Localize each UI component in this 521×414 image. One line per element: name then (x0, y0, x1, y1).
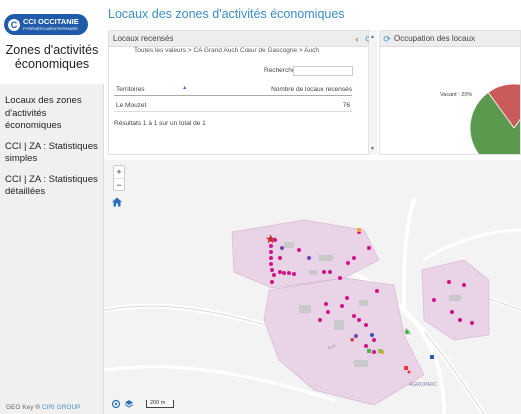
svg-text:★: ★ (349, 336, 355, 344)
zoom-control: + − (113, 165, 125, 191)
panel-scrollbar[interactable]: ▲ ▼ (369, 30, 377, 155)
sidebar-item-stats-simples[interactable]: CCI | ZA : Statistiques simples (5, 141, 101, 166)
sort-asc-icon[interactable]: ▲ (182, 85, 187, 91)
logo-line1: CCI OCCITANIE (23, 17, 79, 27)
occupation-panel-title: Occupation des locaux (394, 34, 475, 43)
footer: GEO Key ® CIRI GROUP (6, 404, 81, 411)
breadcrumb[interactable]: Toutes les valeurs > CA Grand Auch Cœur … (134, 47, 319, 54)
page-title: Locaux des zones d'activités économiques (108, 7, 345, 21)
sidebar-item-stats-detaillees[interactable]: CCI | ZA : Statistiques détaillées (5, 174, 101, 199)
zoom-in-button[interactable]: + (114, 166, 124, 178)
search-input[interactable] (293, 66, 353, 76)
occupation-pie-chart (469, 83, 520, 154)
map-tools (111, 399, 134, 409)
scroll-up-icon[interactable]: ▲ (370, 34, 375, 40)
main-content: Locaux des zones d'activités économiques… (104, 0, 521, 414)
scroll-down-icon[interactable]: ▼ (370, 146, 375, 152)
refresh-icon[interactable]: ⟳ (381, 31, 393, 47)
locate-icon[interactable] (111, 399, 121, 409)
map-canvas[interactable]: Rue Rue AGROPARC (104, 160, 521, 414)
locaux-panel-title: Locaux recensés (113, 34, 174, 43)
pie-label-vacant: Vacant : 20% (440, 92, 473, 98)
sidebar: C CCI OCCITANIE PYRÉNÉES-MÉDITERRANÉE Zo… (0, 0, 104, 414)
home-icon[interactable] (111, 196, 123, 208)
map[interactable]: Rue Rue AGROPARC (104, 160, 521, 414)
column-header-nombre[interactable]: Nombre de locaux recensés (271, 86, 352, 93)
map-zone-label: AGROPARC (409, 382, 438, 388)
locaux-panel-header: Locaux recensés ‹ ⟳ (109, 31, 373, 47)
footer-link[interactable]: CIRI GROUP (42, 404, 81, 411)
table-header: Territoires ▲ Nombre de locaux recensés (114, 84, 352, 96)
map-scale: 200 m (146, 400, 175, 408)
cell-nombre: 76 (342, 102, 350, 109)
sidebar-menu: Locaux des zones d'activités économiques… (5, 95, 101, 207)
column-header-territoires[interactable]: Territoires (116, 86, 145, 93)
occupation-panel-header: ⟳ Occupation des locaux (380, 31, 520, 47)
footer-text: GEO Key ® (6, 404, 42, 411)
chevron-left-icon[interactable]: ‹ (351, 31, 363, 47)
layers-icon[interactable] (124, 399, 134, 409)
logo-line2: PYRÉNÉES-MÉDITERRANÉE (23, 25, 78, 31)
app-title: Zones d'activités économiques (5, 43, 99, 71)
cell-territoire: Le Mouzet (116, 102, 147, 109)
sidebar-item-locaux[interactable]: Locaux des zones d'activités économiques (5, 95, 101, 133)
occupation-panel: ⟳ Occupation des locaux Vacant : 20% (379, 30, 521, 155)
table-info: Résultats 1 à 1 sur un total de 1 (114, 120, 206, 127)
sidebar-header (0, 0, 104, 84)
table-row[interactable]: Le Mouzet 76 (114, 100, 352, 112)
zoom-out-button[interactable]: − (114, 178, 124, 190)
cci-logo[interactable]: C CCI OCCITANIE PYRÉNÉES-MÉDITERRANÉE (4, 14, 88, 35)
cci-logo-icon: C (8, 18, 20, 31)
